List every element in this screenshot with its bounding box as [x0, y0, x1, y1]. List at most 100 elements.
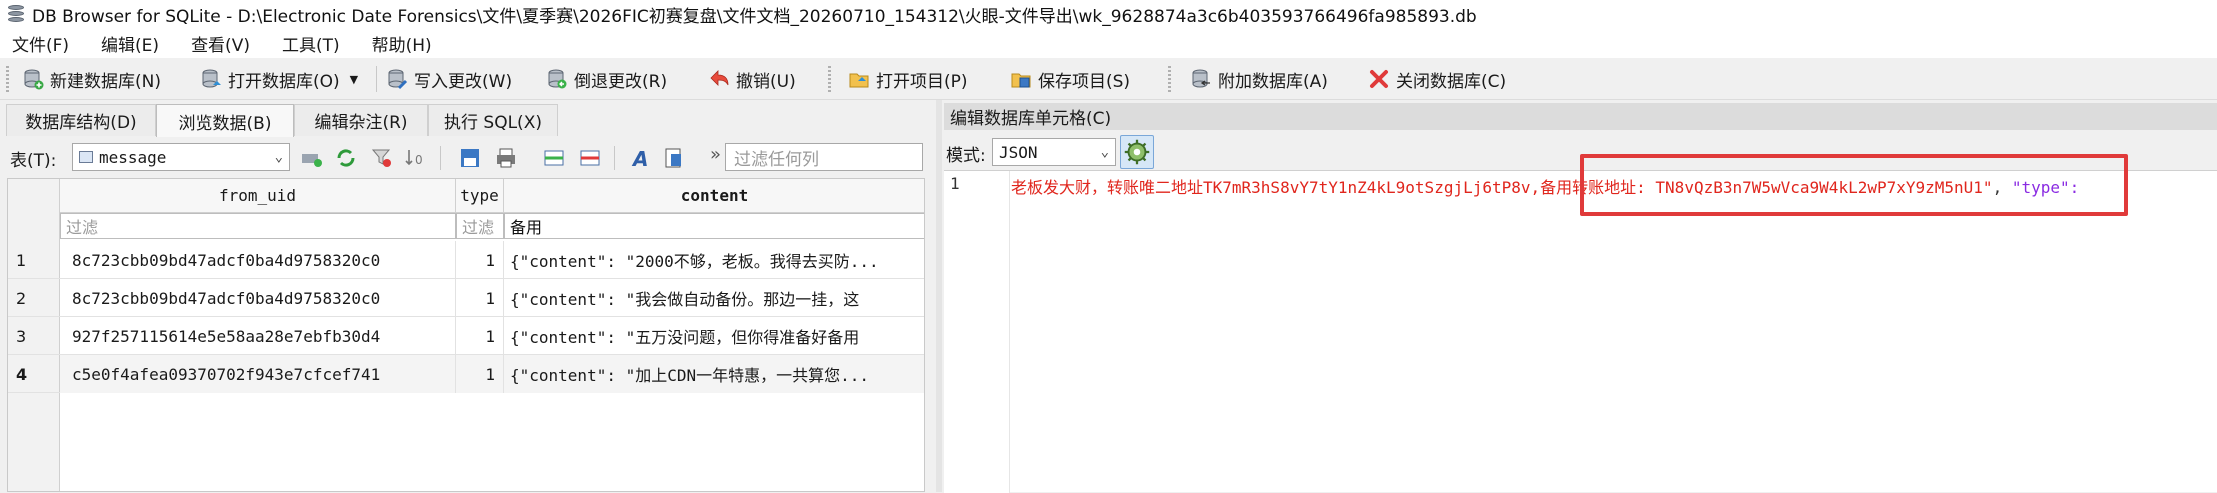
menu-file[interactable]: 文件(F) [12, 31, 69, 56]
pane-splitter[interactable] [936, 100, 942, 492]
auto-switch-mode-button[interactable] [1120, 135, 1154, 169]
table-select[interactable]: message ⌄ [72, 143, 290, 171]
open-database-icon [202, 69, 221, 88]
undo-button[interactable]: 撤销(U) [708, 64, 796, 94]
table-row[interactable]: 3 927f257115614e5e58aa28e7ebfb30d4 1 {"c… [8, 317, 924, 355]
svg-text:A: A [631, 147, 648, 170]
title-bar: DB Browser for SQLite - D:\Electronic Da… [0, 0, 2217, 28]
delete-record-icon[interactable] [578, 146, 602, 170]
line-number: 1 [950, 174, 960, 193]
cell-type[interactable]: 1 [456, 279, 504, 317]
close-database-label: 关闭数据库(C) [1396, 71, 1507, 92]
save-project-label: 保存项目(S) [1038, 71, 1131, 92]
clear-filter-icon[interactable] [370, 146, 394, 170]
refresh-table-icon[interactable] [300, 146, 324, 170]
revert-changes-button[interactable]: 倒退更改(R) [546, 64, 667, 94]
new-database-button[interactable]: 新建数据库(N) [22, 64, 161, 94]
undo-label: 撤销(U) [736, 71, 796, 92]
write-changes-icon [388, 69, 408, 90]
cell-from-uid[interactable]: 8c723cbb09bd47adcf0ba4d9758320c0 [60, 279, 456, 317]
chevron-down-icon: ⌄ [1100, 144, 1109, 160]
toolbar-grip[interactable] [6, 66, 9, 92]
tab-execute-sql[interactable]: 执行 SQL(X) [428, 104, 558, 136]
filter-type[interactable]: 过滤 [456, 213, 504, 239]
row-number: 3 [16, 326, 27, 346]
undo-arrow-icon [710, 70, 729, 86]
table-select-value: message [99, 147, 167, 167]
chevron-down-icon[interactable]: ▼ [350, 73, 358, 86]
open-database-label: 打开数据库(O) [228, 71, 340, 92]
menu-help[interactable]: 帮助(H) [372, 31, 432, 56]
chevron-down-icon: ⌄ [274, 149, 283, 165]
row-number: 2 [16, 288, 27, 308]
browse-toolbar: 表(T): message ⌄ 0 A » 过滤任何列 [0, 140, 935, 174]
main-toolbar: 新建数据库(N) 打开数据库(O) ▼ 写入更改(W) 倒退更改(R) 撤销(U… [0, 58, 2217, 100]
cell-content[interactable]: {"content": "我会做自动备份。那边一挂，这 [504, 279, 924, 317]
gear-icon [1124, 139, 1150, 165]
attach-database-icon [1192, 69, 1210, 88]
revert-changes-label: 倒退更改(R) [574, 71, 668, 92]
new-database-icon [24, 69, 44, 90]
sort-icon[interactable]: 0 [404, 146, 428, 170]
mode-label: 模式: [946, 146, 986, 166]
line-gutter: 1 [944, 171, 1010, 493]
table-row-selected[interactable]: 4 c5e0f4afea09370702f943e7cfcef741 1 {"c… [8, 355, 924, 393]
more-icon[interactable]: » [710, 144, 721, 165]
cell-editor[interactable]: 1 老板发大财，转账唯二地址TK7mR3hS8vY7tY1nZ4kL9otSzg… [944, 170, 2217, 493]
mode-select-value: JSON [999, 142, 1038, 162]
close-icon [1370, 70, 1388, 88]
menu-bar: 文件(F) 编辑(E) 查看(V) 工具(T) 帮助(H) [0, 28, 2217, 58]
cell-type[interactable]: 1 [456, 317, 504, 355]
svg-text:0: 0 [415, 153, 423, 167]
cell-type[interactable]: 1 [456, 241, 504, 279]
insert-record-icon[interactable] [542, 146, 566, 170]
column-header-from-uid[interactable]: from_uid [60, 179, 456, 213]
format-painter-icon[interactable] [662, 146, 686, 170]
cell-content[interactable]: {"content": "加上CDN一年特惠，一共算您... [504, 355, 924, 393]
print-icon[interactable] [494, 146, 518, 170]
refresh-icon[interactable] [334, 146, 358, 170]
data-grid: from_uid type content 过滤 过滤 备用 1 8c723cb… [7, 178, 925, 492]
open-project-button[interactable]: 打开项目(P) [848, 64, 968, 94]
new-database-label: 新建数据库(N) [50, 71, 161, 92]
tab-edit-pragmas[interactable]: 编辑杂注(R) [294, 104, 428, 136]
open-database-button[interactable]: 打开数据库(O) ▼ [200, 64, 358, 94]
separator [614, 146, 615, 170]
attach-database-label: 附加数据库(A) [1218, 71, 1328, 92]
cell-content[interactable]: {"content": "2000不够，老板。我得去买防... [504, 241, 924, 279]
main-tabs: 数据库结构(D) 浏览数据(B) 编辑杂注(R) 执行 SQL(X) [0, 104, 935, 137]
menu-view[interactable]: 查看(V) [191, 31, 250, 56]
menu-edit[interactable]: 编辑(E) [101, 31, 159, 56]
font-icon[interactable]: A [628, 146, 652, 170]
write-changes-button[interactable]: 写入更改(W) [386, 64, 512, 94]
column-header-content[interactable]: content [504, 179, 924, 213]
save-project-button[interactable]: 保存项目(S) [1010, 64, 1130, 94]
cell-from-uid[interactable]: c5e0f4afea09370702f943e7cfcef741 [60, 355, 456, 393]
cell-editor-title: 编辑数据库单元格(C) [944, 103, 2217, 130]
toolbar-grip[interactable] [1168, 66, 1171, 92]
filter-from-uid[interactable]: 过滤 [60, 213, 456, 239]
toolbar-grip[interactable] [828, 66, 831, 92]
close-database-button[interactable]: 关闭数据库(C) [1368, 64, 1506, 94]
cell-type[interactable]: 1 [456, 355, 504, 393]
filter-content[interactable]: 备用 [504, 213, 924, 239]
open-project-label: 打开项目(P) [876, 71, 968, 92]
tab-database-structure[interactable]: 数据库结构(D) [6, 104, 156, 136]
separator [440, 146, 441, 170]
menu-tools[interactable]: 工具(T) [282, 31, 340, 56]
cell-from-uid[interactable]: 927f257115614e5e58aa28e7ebfb30d4 [60, 317, 456, 355]
tab-browse-data[interactable]: 浏览数据(B) [156, 104, 294, 137]
cell-from-uid[interactable]: 8c723cbb09bd47adcf0ba4d9758320c0 [60, 241, 456, 279]
save-table-icon[interactable] [458, 146, 482, 170]
cell-content[interactable]: {"content": "五万没问题，但你得准备好备用 [504, 317, 924, 355]
mode-select[interactable]: JSON ⌄ [992, 138, 1116, 166]
global-filter-input[interactable]: 过滤任何列 [725, 143, 923, 171]
table-row[interactable]: 1 8c723cbb09bd47adcf0ba4d9758320c0 1 {"c… [8, 241, 924, 279]
column-header-type[interactable]: type [456, 179, 504, 213]
table-row[interactable]: 2 8c723cbb09bd47adcf0ba4d9758320c0 1 {"c… [8, 279, 924, 317]
row-number: 1 [16, 250, 27, 270]
toolbar-separator [376, 66, 377, 92]
table-icon [79, 151, 93, 163]
database-icon [6, 4, 26, 24]
attach-database-button[interactable]: 附加数据库(A) [1190, 64, 1328, 94]
